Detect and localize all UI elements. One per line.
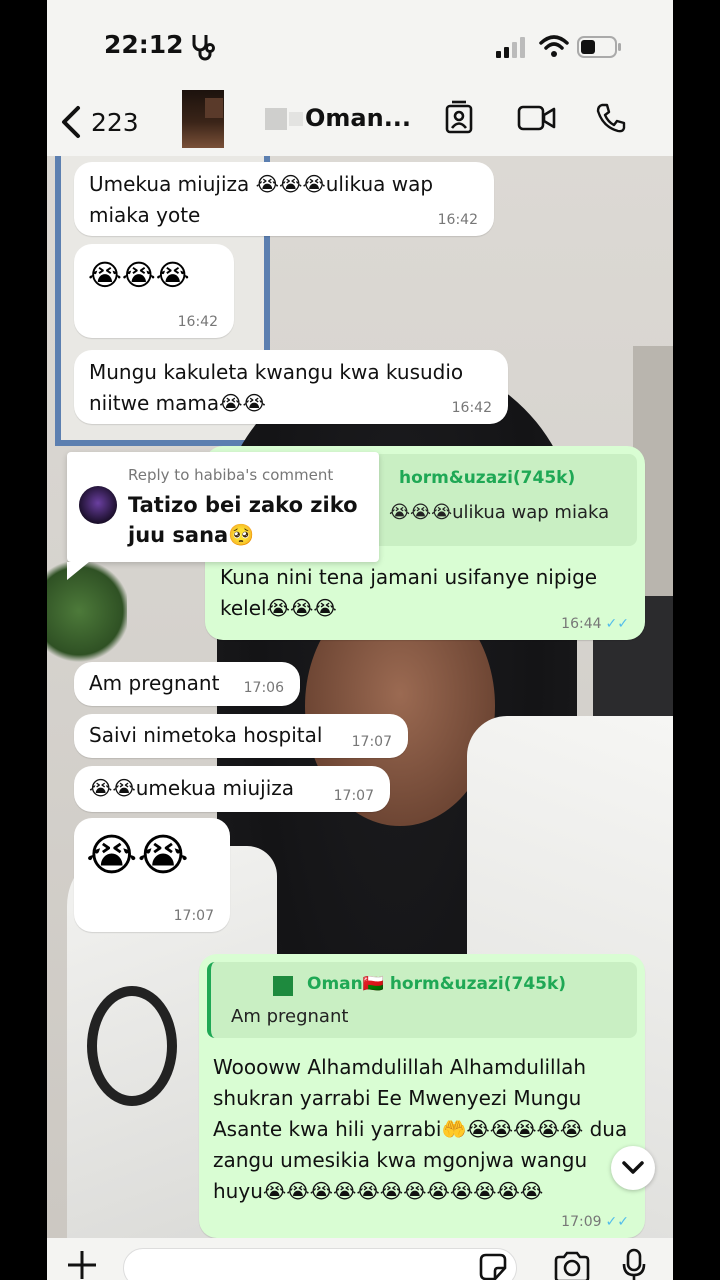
chevron-down-icon — [622, 1161, 644, 1174]
commenter-avatar — [79, 486, 117, 524]
quote-text: 😭😭😭ulikua wap miaka — [389, 502, 610, 523]
message-time: 16:42 — [177, 314, 218, 330]
read-receipt-icon: ✓✓ — [605, 616, 629, 632]
avatar-pixelation — [205, 98, 223, 118]
message-time: 16:42 — [451, 400, 492, 416]
quote-text: Am pregnant — [231, 1006, 349, 1027]
wifi-icon — [539, 35, 569, 57]
message-time-value: 17:09 — [561, 1214, 602, 1230]
message-time: 16:42 — [437, 212, 478, 228]
flag-icon — [273, 976, 293, 996]
message-text: 😭😭 — [86, 830, 189, 881]
reply-comment-card: Reply to habiba's comment Tatizo bei zak… — [67, 452, 379, 580]
chat-area[interactable]: Umekua miujiza 😭😭😭ulikua wap miaka yote … — [47, 156, 673, 1238]
sticker-icon[interactable] — [477, 1252, 509, 1280]
cellular-signal-icon — [496, 37, 525, 58]
message-incoming[interactable]: Umekua miujiza 😭😭😭ulikua wap miaka yote … — [74, 162, 494, 236]
message-text: Umekua miujiza 😭😭😭ulikua wap miaka yote — [89, 172, 434, 227]
message-time: 17:06 — [243, 680, 284, 696]
contact-name[interactable]: Oman... — [305, 104, 411, 132]
message-text: Am pregnant — [89, 671, 220, 695]
quote-author: horm&uzazi(745k) — [399, 468, 576, 488]
unread-count: 223 — [91, 107, 139, 137]
message-time: 17:07 — [333, 788, 374, 804]
status-bar: 22:12 — [47, 0, 673, 90]
message-input[interactable] — [123, 1248, 517, 1280]
message-text: Kuna nini tena jamani usifanye nipige ke… — [220, 565, 598, 620]
video-call-icon[interactable] — [517, 104, 557, 132]
message-time: 17:07 — [173, 908, 214, 924]
camera-icon[interactable] — [553, 1250, 591, 1280]
message-incoming[interactable]: 😭😭 17:07 — [74, 818, 230, 932]
stethoscope-icon — [192, 35, 215, 61]
name-pixelation — [265, 108, 287, 130]
plus-icon[interactable] — [65, 1248, 99, 1280]
message-time: 16:44 ✓✓ — [561, 616, 629, 632]
background-stethoscope — [87, 986, 177, 1106]
message-time-value: 16:44 — [561, 616, 602, 632]
message-text: Saivi nimetoka hospital — [89, 723, 323, 747]
message-text: 😭😭umekua miujiza — [89, 776, 295, 800]
battery-icon — [577, 36, 621, 58]
microphone-icon[interactable] — [621, 1248, 647, 1280]
chat-header: 223 Oman... — [47, 88, 673, 156]
message-incoming[interactable]: Mungu kakuleta kwangu kwa kusudio niitwe… — [74, 350, 508, 424]
contact-card-icon[interactable] — [443, 100, 475, 136]
status-time: 22:12 — [104, 30, 184, 59]
message-text: Woooww Alhamdulillah Alhamdulillah shukr… — [213, 1055, 628, 1203]
name-pixelation — [289, 112, 303, 126]
reply-comment-text: Tatizo bei zako ziko juu sana🥺 — [128, 493, 358, 547]
message-incoming[interactable]: Am pregnant 17:06 — [74, 662, 300, 706]
voice-call-icon[interactable] — [595, 102, 627, 134]
message-text: 😭😭😭 — [88, 258, 190, 292]
scroll-down-button[interactable] — [611, 1146, 655, 1190]
message-incoming[interactable]: Saivi nimetoka hospital 17:07 — [74, 714, 408, 758]
chevron-left-icon — [62, 106, 80, 138]
back-button[interactable]: 223 — [59, 102, 139, 142]
quote-author: Oman🇴🇲 horm&uzazi(745k) — [307, 974, 567, 994]
read-receipt-icon: ✓✓ — [605, 1214, 629, 1230]
phone-screen: 22:12 223 Oman... Umekua miujiza 😭😭😭ulik… — [47, 0, 673, 1280]
input-bar — [47, 1238, 673, 1280]
reply-label: Reply to habiba's comment — [128, 466, 334, 484]
message-text: Mungu kakuleta kwangu kwa kusudio niitwe… — [89, 360, 464, 415]
message-time: 17:09 ✓✓ — [561, 1214, 629, 1230]
quoted-message[interactable]: Oman🇴🇲 horm&uzazi(745k) Am pregnant — [207, 962, 637, 1038]
message-outgoing[interactable]: Oman🇴🇲 horm&uzazi(745k) Am pregnant Wooo… — [199, 954, 645, 1238]
message-time: 17:07 — [351, 734, 392, 750]
message-incoming[interactable]: 😭😭umekua miujiza 17:07 — [74, 766, 390, 812]
message-incoming[interactable]: 😭😭😭 16:42 — [74, 244, 234, 338]
